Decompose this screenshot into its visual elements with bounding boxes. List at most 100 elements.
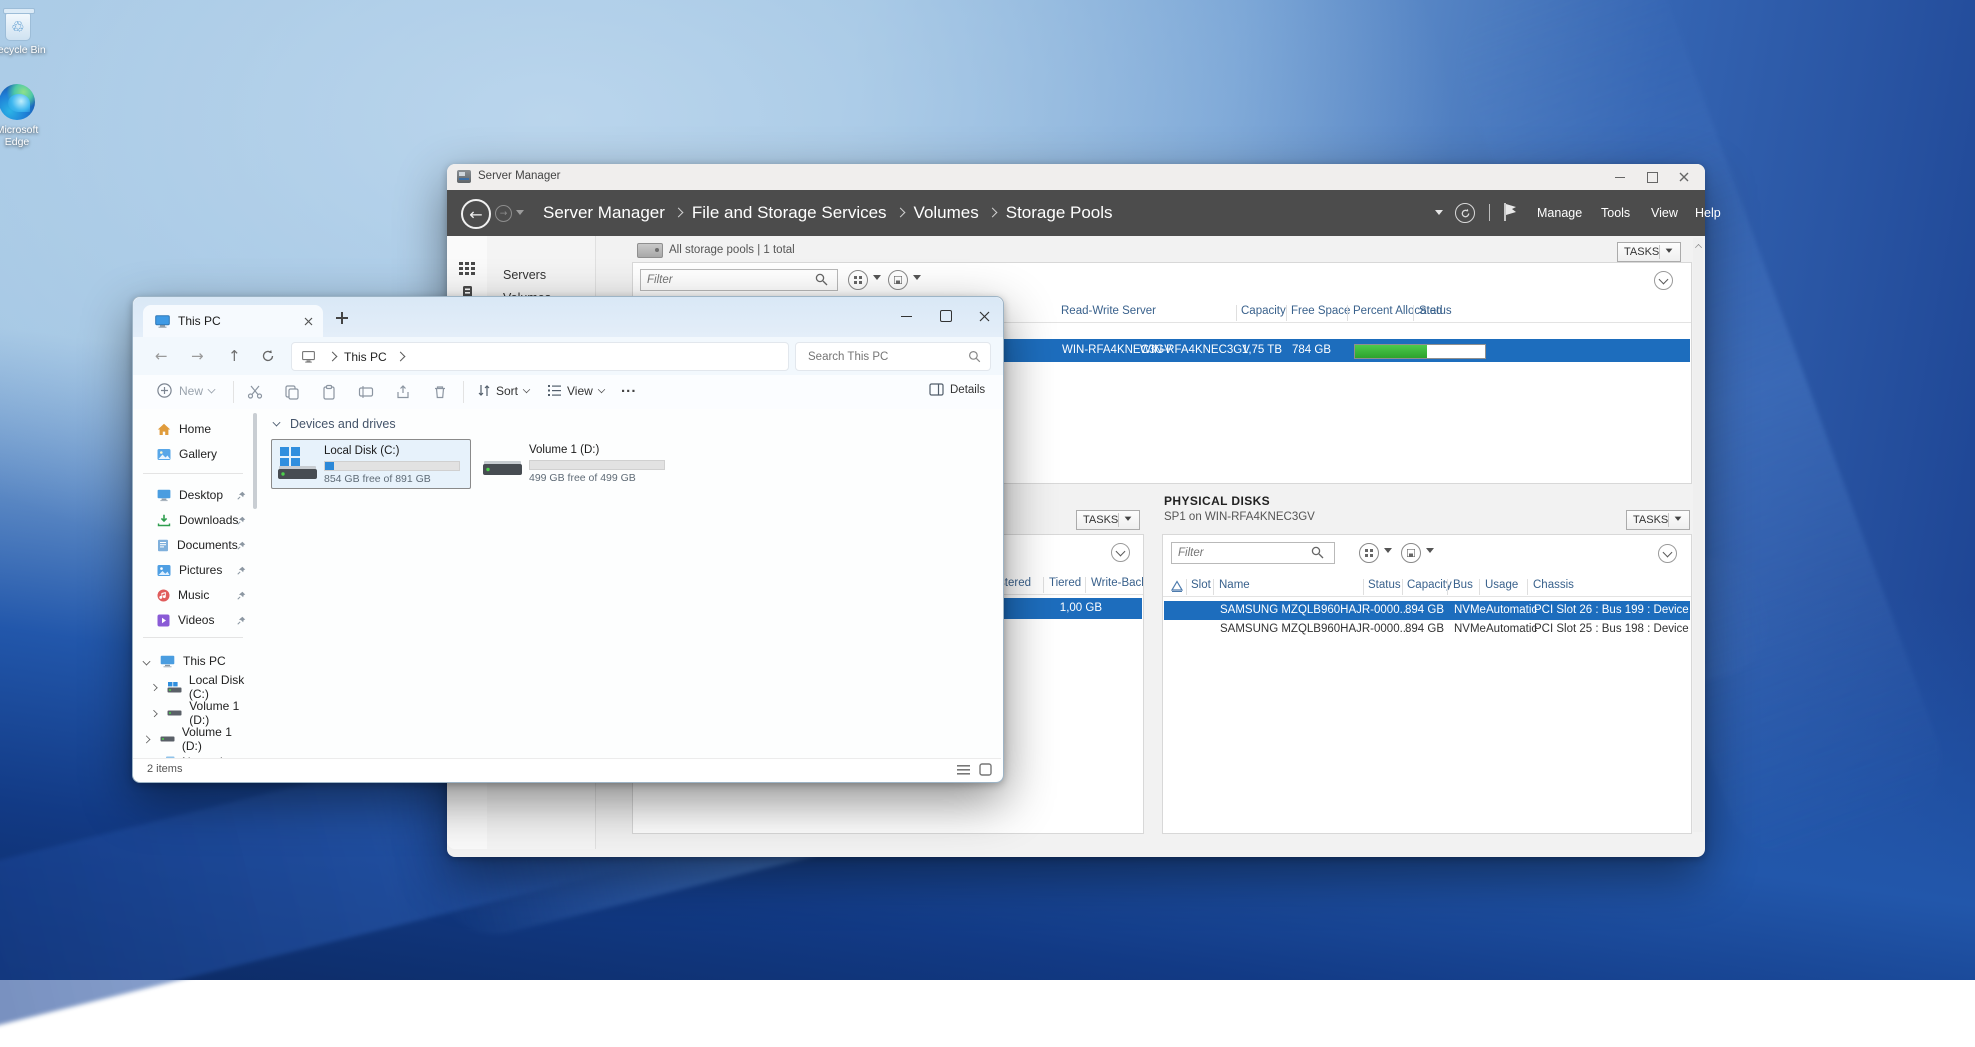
back-button[interactable]: ← [155,347,168,365]
tab-close-icon[interactable] [304,317,313,326]
virtual-disks-tasks-button[interactable]: TASKS [1076,510,1140,530]
sidebar-item-this-pc[interactable]: This PC [133,649,253,673]
maximize-button[interactable] [935,307,957,325]
address-box[interactable]: This PC [291,342,789,371]
new-button[interactable]: New [157,383,215,398]
forward-button[interactable]: → [191,347,204,365]
col-usage[interactable]: Usage [1485,579,1518,591]
save-query-button[interactable] [1401,543,1421,563]
col-free-space[interactable]: Free Space [1291,305,1350,317]
breadcrumb-item[interactable]: Volumes [914,203,979,223]
col-capacity[interactable]: Capacity [1407,579,1452,591]
address-location[interactable]: This PC [344,350,387,364]
col-slot[interactable]: Slot [1191,579,1211,591]
notifications-dropdown-icon[interactable] [1435,210,1443,219]
col-status[interactable]: Status [1419,305,1452,317]
col-tiered[interactable]: Tiered [1049,577,1081,589]
breadcrumb-chevron-icon[interactable] [395,352,405,362]
filter-criteria-caret-icon[interactable] [1384,548,1392,557]
sidebar-item-pictures[interactable]: Pictures [133,558,253,582]
search-box[interactable] [795,342,991,371]
breadcrumb-chevron-icon[interactable] [328,352,338,362]
menu-tools[interactable]: Tools [1601,206,1630,220]
expand-chevron-icon[interactable] [150,683,157,690]
manageability-flag-icon[interactable] [1503,202,1519,222]
sidebar-item-downloads[interactable]: Downloads [133,508,253,532]
nav-item-servers[interactable]: Servers [503,268,546,282]
sidebar-scrollbar[interactable] [253,413,257,509]
sidebar-item-volume-1-d[interactable]: Volume 1 (D:) [133,701,253,725]
col-bus[interactable]: Bus [1453,579,1473,591]
collapse-panel-button[interactable] [1658,544,1677,563]
col-name[interactable]: Name [1219,579,1250,591]
copy-icon[interactable] [284,384,300,400]
close-button[interactable] [1673,168,1695,186]
scrollbar[interactable] [1693,238,1703,832]
save-query-caret-icon[interactable] [1426,548,1434,557]
menu-manage[interactable]: Manage [1537,206,1582,220]
details-view-toggle-icon[interactable] [957,764,970,776]
up-button[interactable]: ↑ [228,347,241,365]
sidebar-item-local-disk-c[interactable]: Local Disk (C:) [133,675,253,699]
explorer-tab-this-pc[interactable]: This PC [143,305,323,337]
sidebar-item-volume-1-d-top[interactable]: Volume 1 (D:) [133,727,253,751]
server-manager-titlebar[interactable]: Server Manager [447,164,1705,191]
search-input[interactable] [806,350,968,364]
col-status[interactable]: Status [1368,579,1401,591]
menu-help[interactable]: Help [1695,206,1721,220]
drive-tile-volume-1-d[interactable]: Volume 1 (D:) 499 GB free of 499 GB [477,439,675,487]
breadcrumb-root[interactable]: Server Manager [543,203,665,223]
drive-tile-local-disk-c[interactable]: Local Disk (C:) 854 GB free of 891 GB [271,439,471,489]
maximize-button[interactable] [1641,168,1663,186]
expand-chevron-icon[interactable] [150,709,157,716]
desktop-icon-microsoft-edge[interactable]: Microsoft Edge [0,84,50,148]
col-write-back-cache[interactable]: Write-Back Cache [1091,577,1144,589]
col-chassis[interactable]: Chassis [1533,579,1574,591]
sidebar-item-desktop[interactable]: Desktop [133,483,253,507]
refresh-button[interactable] [261,349,275,363]
view-button[interactable]: View [547,383,605,398]
expand-chevron-icon[interactable] [143,657,151,665]
breadcrumb-item-current[interactable]: Storage Pools [1006,203,1113,223]
sort-button[interactable]: Sort [477,383,530,398]
collapse-panel-button[interactable] [1111,543,1130,562]
details-pane-button[interactable]: Details [929,383,985,396]
minimize-button[interactable] [1609,168,1631,186]
filter-criteria-button[interactable] [848,270,868,290]
filter-criteria-button[interactable] [1359,543,1379,563]
storage-pools-filter-input[interactable] [640,269,838,291]
more-options-button[interactable]: ... [621,379,637,396]
history-dropdown-icon[interactable] [516,210,524,219]
back-button[interactable]: ← [461,199,491,229]
physical-disks-tasks-button[interactable]: TASKS [1626,510,1690,530]
save-query-button[interactable] [888,270,908,290]
breadcrumb-item[interactable]: File and Storage Services [692,203,887,223]
sidebar-item-music[interactable]: Music [133,583,253,607]
close-button[interactable] [973,307,995,325]
sidebar-item-home[interactable]: Home [133,417,253,441]
cut-icon[interactable] [247,384,263,400]
desktop-icon-recycle-bin[interactable]: ♲ Recycle Bin [0,6,50,56]
sidebar-item-documents[interactable]: Documents [133,533,253,557]
section-collapse-icon[interactable] [273,419,281,427]
col-capacity[interactable]: Capacity [1241,305,1286,317]
refresh-button[interactable] [1455,203,1475,223]
forward-button[interactable]: → [495,205,512,222]
save-query-caret-icon[interactable] [913,275,921,284]
paste-icon[interactable] [321,384,337,400]
delete-icon[interactable] [432,384,448,400]
expand-chevron-icon[interactable] [143,735,151,743]
menu-view[interactable]: View [1651,206,1678,220]
share-icon[interactable] [395,384,411,400]
minimize-button[interactable] [895,307,917,325]
physical-disk-row[interactable]: SAMSUNG MZQLB960HAJR-0000... 894 GB NVMe… [1164,620,1690,639]
new-tab-button[interactable] [335,311,349,325]
sidebar-item-videos[interactable]: Videos [133,608,253,632]
physical-disk-row[interactable]: SAMSUNG MZQLB960HAJR-0000... 894 GB NVMe… [1164,601,1690,620]
collapse-panel-button[interactable] [1654,271,1673,290]
section-devices-and-drives[interactable]: Devices and drives [273,417,396,431]
filter-criteria-caret-icon[interactable] [873,275,881,284]
alert-column-icon[interactable] [1171,580,1183,592]
col-read-write-server[interactable]: Read-Write Server [1061,305,1156,317]
large-icons-view-toggle-icon[interactable] [979,763,992,776]
